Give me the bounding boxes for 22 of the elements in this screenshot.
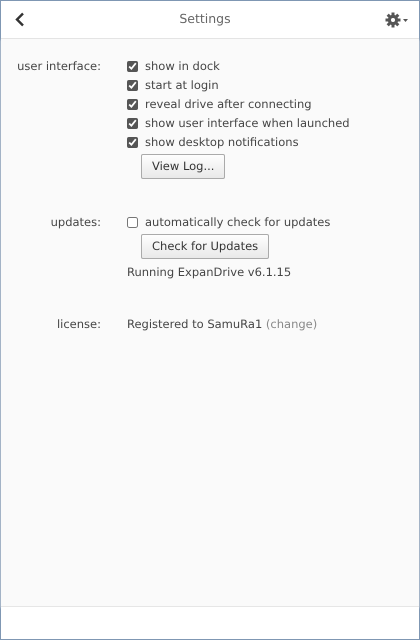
- action-button[interactable]: View Log...: [141, 154, 226, 179]
- window-title: Settings: [179, 10, 231, 28]
- checkbox-label: reveal drive after connecting: [145, 96, 312, 113]
- checkbox-label: show desktop notifications: [145, 134, 299, 151]
- license-text: Registered to SamuRa1 (change): [127, 316, 318, 334]
- checkbox[interactable]: [127, 99, 138, 110]
- version-text: Running ExpanDrive v6.1.15: [127, 264, 292, 281]
- checkbox[interactable]: [127, 217, 138, 228]
- back-icon[interactable]: [15, 12, 25, 27]
- checkbox-label: show in dock: [145, 58, 220, 75]
- section-label: license:: [56, 316, 101, 334]
- checkbox-label: automatically check for updates: [145, 214, 330, 231]
- checkbox[interactable]: [127, 80, 138, 91]
- gear-icon[interactable]: [385, 12, 409, 28]
- checkbox-label: show user interface when launched: [145, 114, 350, 132]
- checkbox[interactable]: [127, 118, 138, 129]
- section-label: user interface:: [16, 58, 101, 75]
- checkbox[interactable]: [127, 61, 138, 72]
- checkbox-label: start at login: [145, 76, 219, 94]
- action-button[interactable]: Check for Updates: [141, 234, 270, 259]
- checkbox[interactable]: [127, 137, 138, 148]
- section-label: updates:: [50, 214, 101, 231]
